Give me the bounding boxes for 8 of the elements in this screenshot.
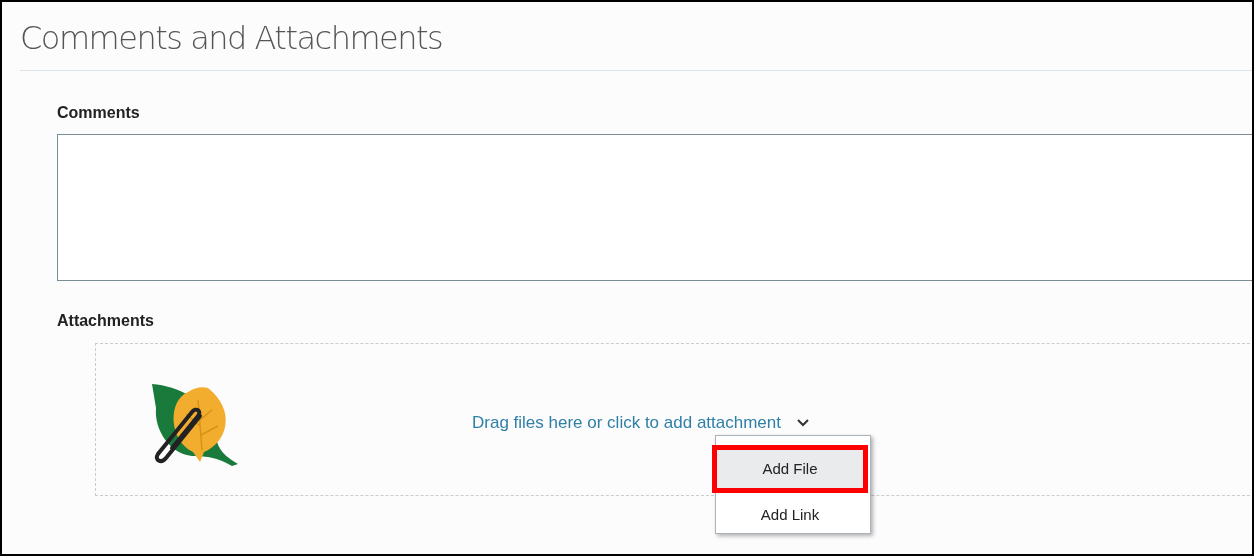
chevron-down-icon[interactable] [797, 418, 809, 427]
page-title: Comments and Attachments [20, 18, 443, 59]
menu-item[interactable]: Add Link [716, 495, 864, 535]
comments-field[interactable] [57, 134, 1252, 281]
add-attachment-link[interactable]: Drag files here or click to add attachment [472, 409, 781, 436]
field-label: Comments [57, 103, 140, 123]
field-label: Attachments [57, 311, 154, 331]
menu-item[interactable]: Add File [712, 445, 868, 493]
